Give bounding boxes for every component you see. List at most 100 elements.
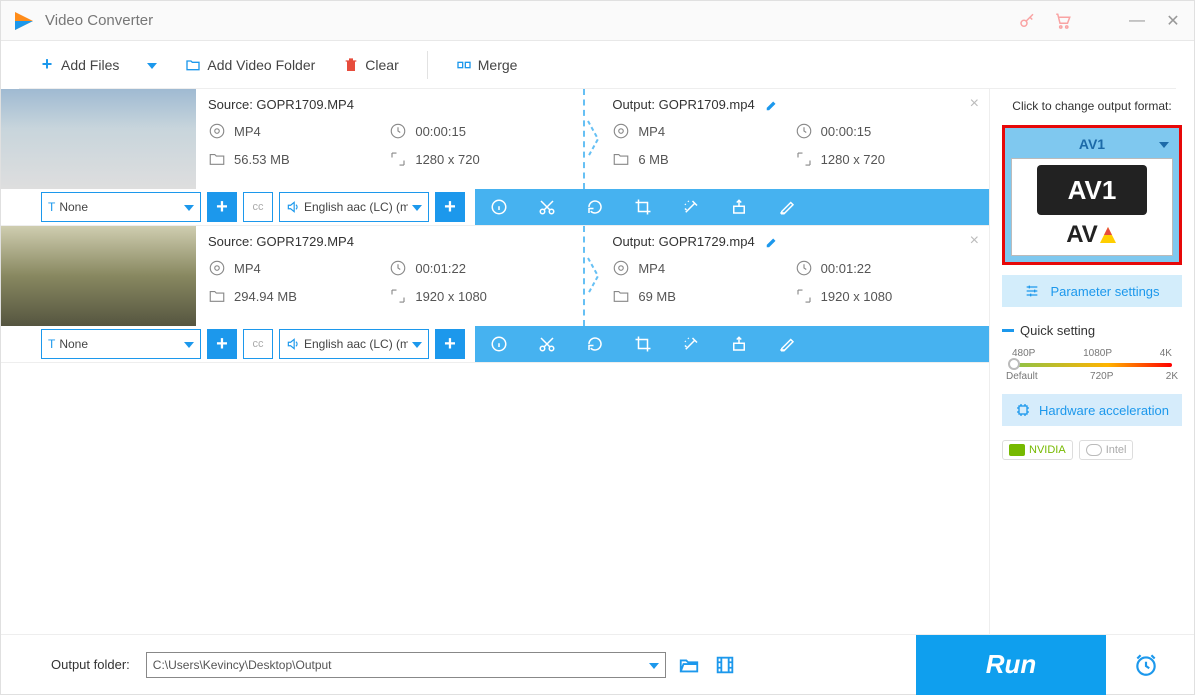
add-files-dropdown[interactable]: [147, 58, 157, 72]
watermark-tool-icon[interactable]: [715, 189, 763, 225]
intel-logo-icon: [1086, 444, 1102, 456]
src-size: 294.94 MB: [234, 289, 297, 304]
audio-select[interactable]: English aac (LC) (mp: [279, 192, 429, 222]
src-resolution: 1280 x 720: [415, 152, 479, 167]
nvidia-logo-icon: [1009, 444, 1025, 456]
remove-item-button[interactable]: ×: [970, 232, 979, 250]
clock-icon: [389, 122, 407, 140]
info-tool-icon[interactable]: [475, 189, 523, 225]
intel-badge[interactable]: Intel: [1079, 440, 1134, 460]
src-format: MP4: [234, 124, 261, 139]
disc-icon: [612, 122, 630, 140]
cut-tool-icon[interactable]: [523, 326, 571, 362]
output-column: × Output: GOPR1709.mp4 MP4 00:00:15 6 MB…: [600, 89, 989, 189]
edit-output-button[interactable]: [765, 235, 779, 249]
subtitle-select[interactable]: TNone: [41, 329, 201, 359]
main-area: Source: GOPR1709.MP4 MP4 00:00:15 56.53 …: [1, 89, 1194, 634]
disc-icon: [208, 122, 226, 140]
resolution-icon: [389, 287, 407, 305]
output-column: × Output: GOPR1729.mp4 MP4 00:01:22 69 M…: [600, 226, 989, 326]
info-tool-icon[interactable]: [475, 326, 523, 362]
out-duration: 00:01:22: [821, 261, 872, 276]
speaker-icon: [286, 337, 300, 351]
folder-size-icon: [612, 150, 630, 168]
video-thumbnail[interactable]: [1, 89, 196, 189]
trash-icon: [343, 57, 359, 73]
source-label: Source: GOPR1729.MP4: [208, 234, 354, 249]
clear-label: Clear: [365, 57, 398, 73]
speaker-icon: [286, 200, 300, 214]
src-size: 56.53 MB: [234, 152, 290, 167]
minimize-button[interactable]: —: [1128, 12, 1146, 30]
add-subtitle-button[interactable]: +: [207, 192, 237, 222]
bottom-bar: Output folder: C:\Users\Kevincy\Desktop\…: [1, 634, 1194, 694]
open-folder-button[interactable]: [676, 652, 702, 678]
clear-button[interactable]: Clear: [343, 57, 398, 73]
add-subtitle-button[interactable]: +: [207, 329, 237, 359]
out-resolution: 1920 x 1080: [821, 289, 893, 304]
app-logo-icon: [13, 10, 35, 32]
cart-icon[interactable]: [1054, 12, 1072, 30]
add-folder-label: Add Video Folder: [207, 57, 315, 73]
merge-label: Merge: [478, 57, 518, 73]
subtitle-t-icon: T: [48, 200, 55, 214]
quality-slider[interactable]: 480P1080P4K Default720P2K: [1002, 348, 1182, 384]
output-format-selector[interactable]: AV1 AV1 AV: [1002, 125, 1182, 265]
output-folder-input[interactable]: C:\Users\Kevincy\Desktop\Output: [146, 652, 666, 678]
video-thumbnail[interactable]: [1, 226, 196, 326]
crop-tool-icon[interactable]: [619, 189, 667, 225]
rotate-tool-icon[interactable]: [571, 326, 619, 362]
add-audio-button[interactable]: +: [435, 329, 465, 359]
nvidia-badge[interactable]: NVIDIA: [1002, 440, 1073, 460]
slider-handle[interactable]: [1008, 358, 1020, 370]
cut-tool-icon[interactable]: [523, 189, 571, 225]
add-audio-button[interactable]: +: [435, 192, 465, 222]
quick-setting-title: Quick setting: [1002, 323, 1182, 338]
edit-tool-icon[interactable]: [763, 326, 811, 362]
arrow-icon: [585, 89, 601, 189]
out-format: MP4: [638, 261, 665, 276]
parameter-settings-button[interactable]: Parameter settings: [1002, 275, 1182, 307]
arrow-icon: [585, 226, 601, 326]
src-format: MP4: [234, 261, 261, 276]
toolbar: + Add Files Add Video Folder Clear Merge: [19, 41, 1176, 89]
clock-icon: [795, 259, 813, 277]
toolbar-divider: [427, 51, 428, 79]
key-icon[interactable]: [1018, 12, 1036, 30]
close-button[interactable]: ✕: [1164, 12, 1182, 30]
remove-item-button[interactable]: ×: [970, 95, 979, 113]
param-settings-label: Parameter settings: [1050, 284, 1159, 299]
plus-icon: +: [39, 57, 55, 73]
subtitle-select[interactable]: TNone: [41, 192, 201, 222]
rotate-tool-icon[interactable]: [571, 189, 619, 225]
cc-button[interactable]: cc: [243, 329, 273, 359]
edit-output-button[interactable]: [765, 98, 779, 112]
schedule-button[interactable]: [1116, 635, 1176, 695]
watermark-tool-icon[interactable]: [715, 326, 763, 362]
output-path-value: C:\Users\Kevincy\Desktop\Output: [153, 658, 332, 672]
hardware-accel-button[interactable]: Hardware acceleration: [1002, 394, 1182, 426]
av1-logo-icon: AV: [1066, 221, 1118, 249]
add-files-label: Add Files: [61, 57, 119, 73]
effects-tool-icon[interactable]: [667, 326, 715, 362]
disc-icon: [612, 259, 630, 277]
av1-badge: AV1: [1037, 165, 1147, 215]
edit-tool-icon[interactable]: [763, 189, 811, 225]
out-resolution: 1280 x 720: [821, 152, 885, 167]
add-files-button[interactable]: + Add Files: [39, 57, 119, 73]
folder-size-icon: [208, 287, 226, 305]
add-folder-button[interactable]: Add Video Folder: [185, 57, 315, 73]
film-icon[interactable]: [712, 652, 738, 678]
chevron-down-icon: [1159, 137, 1169, 151]
format-card: AV1 AV: [1011, 158, 1173, 256]
run-button[interactable]: Run: [916, 635, 1106, 695]
effects-tool-icon[interactable]: [667, 189, 715, 225]
merge-icon: [456, 57, 472, 73]
titlebar: Video Converter — ✕: [1, 1, 1194, 41]
crop-tool-icon[interactable]: [619, 326, 667, 362]
audio-select[interactable]: English aac (LC) (mp: [279, 329, 429, 359]
cc-button[interactable]: cc: [243, 192, 273, 222]
subtitle-t-icon: T: [48, 337, 55, 351]
folder-size-icon: [612, 287, 630, 305]
merge-button[interactable]: Merge: [456, 57, 518, 73]
